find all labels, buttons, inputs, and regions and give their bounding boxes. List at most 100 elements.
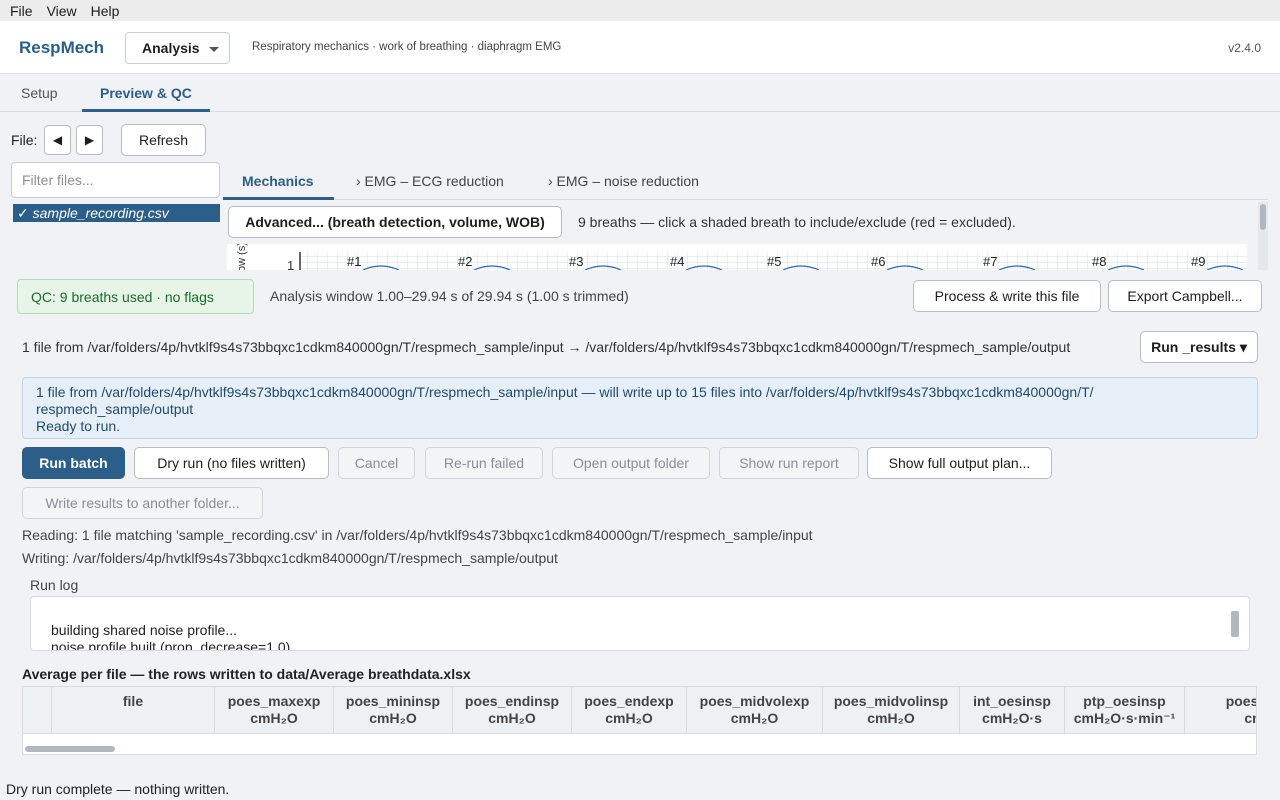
menu-bar: File View Help bbox=[0, 0, 1280, 21]
average-table-title: Average per file — the rows written to d… bbox=[22, 666, 471, 682]
run-log-scrollbar[interactable] bbox=[1231, 611, 1239, 637]
breath-label[interactable]: #5 bbox=[767, 254, 781, 269]
rerun-failed-button[interactable]: Re-run failed bbox=[425, 447, 543, 479]
column-name: poes_midvolinsp bbox=[833, 693, 949, 709]
breath-label[interactable]: #1 bbox=[347, 254, 361, 269]
breath-label[interactable]: #3 bbox=[569, 254, 583, 269]
show-run-report-button[interactable]: Show run report bbox=[719, 447, 859, 479]
tab-mechanics[interactable]: Mechanics bbox=[242, 173, 314, 189]
status-bar: Dry run complete — nothing written. bbox=[6, 781, 230, 797]
cancel-button[interactable]: Cancel bbox=[338, 447, 415, 479]
app-header: RespMech Analysis Respiratory mechanics … bbox=[0, 21, 1280, 74]
dry-run-button[interactable]: Dry run (no files written) bbox=[134, 447, 329, 479]
export-campbell-button[interactable]: Export Campbell... bbox=[1108, 280, 1262, 312]
table-column-header[interactable]: poes_midvolexp cmH₂O bbox=[687, 687, 823, 734]
run-log-label: Run log bbox=[30, 577, 79, 593]
write-other-folder-button[interactable]: Write results to another folder... bbox=[22, 487, 263, 519]
column-name: ptp_oesinsp bbox=[1083, 693, 1166, 709]
table-column-header[interactable]: file bbox=[52, 687, 215, 734]
table-column-header[interactable]: poes_endexp cmH₂O bbox=[572, 687, 687, 734]
menu-file[interactable]: File bbox=[10, 3, 33, 19]
batch-info-line: respmech_sample/output bbox=[36, 401, 194, 417]
table-column-header[interactable]: poes_endinsp cmH₂O bbox=[453, 687, 572, 734]
batch-path-summary: 1 file from /var/folders/4p/hvtklf9s4s73… bbox=[22, 339, 1071, 355]
run-results-dropdown[interactable]: Run _results ▾ bbox=[1140, 331, 1258, 363]
advanced-settings-button[interactable]: Advanced... (breath detection, volume, W… bbox=[228, 206, 562, 238]
reading-path: Reading: 1 file matching 'sample_recordi… bbox=[22, 527, 813, 543]
column-name: poes_endexp bbox=[584, 693, 674, 709]
next-file-button[interactable]: ▶ bbox=[76, 125, 103, 155]
table-column-header[interactable]: poes_tidcm bbox=[1185, 687, 1257, 734]
column-name: poes_tid bbox=[1225, 693, 1257, 709]
run-log[interactable]: building shared noise profile... noise p… bbox=[30, 596, 1250, 651]
file-filter-input[interactable] bbox=[11, 162, 220, 198]
breath-label[interactable]: #4 bbox=[670, 254, 684, 269]
table-column-header[interactable]: poes_midvolinsp cmH₂O bbox=[823, 687, 960, 734]
column-unit: cmH₂O bbox=[250, 710, 298, 726]
table-hscrollbar[interactable] bbox=[25, 746, 115, 752]
column-unit: cmH₂O·s bbox=[982, 710, 1042, 726]
file-label: File: bbox=[11, 132, 38, 148]
breath-label[interactable]: #7 bbox=[983, 254, 997, 269]
main-tabs: Setup Preview & QC bbox=[0, 75, 1280, 112]
preview-scrollbar[interactable] bbox=[1258, 202, 1268, 270]
writing-path: Writing: /var/folders/4p/hvtklf9s4s73bbq… bbox=[22, 550, 558, 566]
column-unit: cmH₂O bbox=[867, 710, 915, 726]
table-header: file poes_maxexp cmH₂O poes_mininsp cmH₂O poe… bbox=[23, 687, 1257, 734]
run-log-line: building shared noise profile... bbox=[51, 622, 238, 638]
tab-preview-qc[interactable]: Preview & QC bbox=[100, 85, 192, 101]
preview-scrollbar-thumb[interactable] bbox=[1260, 204, 1266, 230]
table-column-header[interactable]: ptp_oesinsp cmH₂O·s·min⁻¹ bbox=[1065, 687, 1185, 734]
column-name: poes_midvolexp bbox=[699, 693, 810, 709]
column-name: file bbox=[122, 693, 144, 709]
app-version: v2.4.0 bbox=[1228, 41, 1261, 55]
process-write-file-button[interactable]: Process & write this file bbox=[913, 280, 1101, 312]
breath-plot[interactable]: ow (s) 1 #1 #2 #3 #4 #5 #6 #7 #8 #9 bbox=[227, 244, 1247, 270]
menu-view[interactable]: View bbox=[47, 3, 77, 19]
file-list-item[interactable]: ✓ sample_recording.csv bbox=[13, 204, 220, 222]
run-log-line: noise profile built (prop_decrease=1.0) bbox=[51, 639, 291, 651]
mode-select[interactable]: Analysis bbox=[125, 32, 230, 64]
column-name: int_oesinsp bbox=[973, 693, 1051, 709]
menu-help[interactable]: Help bbox=[91, 3, 120, 19]
column-name: poes_endinsp bbox=[464, 693, 560, 709]
file-list: ✓ sample_recording.csv bbox=[11, 202, 220, 268]
breath-label[interactable]: #8 bbox=[1092, 254, 1106, 269]
mode-select-value: Analysis bbox=[142, 40, 200, 56]
breath-selection-hint: 9 breaths — click a shaded breath to inc… bbox=[578, 214, 1016, 230]
breath-plot-svg: ow (s) 1 #1 #2 #3 #4 #5 #6 #7 #8 #9 bbox=[236, 244, 1247, 270]
refresh-button[interactable]: Refresh bbox=[121, 124, 206, 156]
triangle-right-icon: ▶ bbox=[84, 133, 95, 147]
batch-info-box: 1 file from /var/folders/4p/hvtklf9s4s73… bbox=[22, 377, 1258, 439]
column-unit: cmH₂O bbox=[730, 710, 779, 726]
column-name: poes_mininsp bbox=[345, 693, 441, 709]
batch-ready-status: Ready to run. bbox=[36, 418, 121, 434]
table-column-header[interactable]: poes_mininsp cmH₂O bbox=[334, 687, 453, 734]
table-column-header[interactable] bbox=[23, 687, 52, 734]
show-output-plan-button[interactable]: Show full output plan... bbox=[867, 447, 1052, 479]
breath-label[interactable]: #9 bbox=[1191, 254, 1205, 269]
column-unit: cmH₂O bbox=[605, 710, 653, 726]
average-table: file poes_maxexp cmH₂O poes_mininsp cmH₂O poe… bbox=[22, 686, 1257, 755]
analysis-subtabs: Mechanics › EMG – ECG reduction › EMG – … bbox=[223, 162, 1268, 200]
chevron-down-icon bbox=[209, 47, 219, 52]
column-unit: cm bbox=[1244, 710, 1256, 726]
active-tab-indicator bbox=[82, 109, 210, 112]
column-name: poes_maxexp bbox=[227, 693, 321, 709]
breath-label[interactable]: #6 bbox=[871, 254, 885, 269]
column-unit: cmH₂O·s·min⁻¹ bbox=[1073, 710, 1176, 726]
tab-emg-ecg-reduction[interactable]: › EMG – ECG reduction bbox=[356, 173, 504, 189]
app-brand: RespMech bbox=[19, 38, 105, 57]
run-batch-button[interactable]: Run batch bbox=[22, 447, 125, 479]
prev-file-button[interactable]: ◀ bbox=[44, 125, 71, 155]
tab-setup[interactable]: Setup bbox=[21, 85, 58, 101]
table-column-header[interactable]: poes_maxexp cmH₂O bbox=[215, 687, 334, 734]
breath-label[interactable]: #2 bbox=[458, 254, 472, 269]
open-output-folder-button[interactable]: Open output folder bbox=[552, 447, 710, 479]
tab-emg-noise-reduction[interactable]: › EMG – noise reduction bbox=[548, 173, 699, 189]
table-column-header[interactable]: int_oesinsp cmH₂O·s bbox=[960, 687, 1065, 734]
plot-axis-label: ow (s) bbox=[236, 244, 248, 270]
column-unit: cmH₂O bbox=[488, 710, 536, 726]
plot-axis-tick: 1 bbox=[287, 258, 294, 270]
qc-status-badge: QC: 9 breaths used · no flags bbox=[17, 279, 254, 314]
